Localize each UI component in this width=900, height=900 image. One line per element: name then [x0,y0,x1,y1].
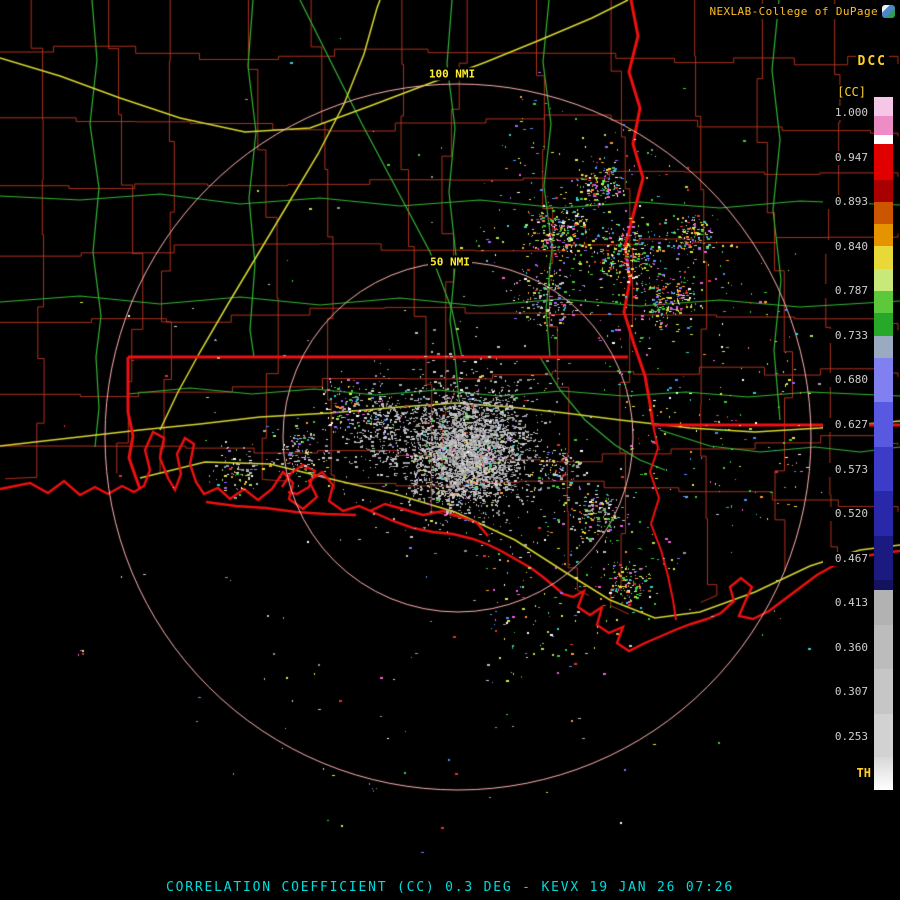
colorbar-segment [874,590,893,625]
colorbar-segment [874,269,893,291]
colorbar-segment [874,144,893,180]
colorbar-segment [874,291,893,313]
colorbar-segment [874,536,893,580]
product-code-label: DCC [855,54,889,69]
colorbar-segment [874,491,893,536]
colorbar-tick-label: 0.360 [823,640,869,655]
colorbar-segment [874,180,893,202]
threshold-label: TH [854,766,873,780]
colorbar-segment [874,135,893,144]
colorbar-tick-label: 0.413 [823,596,869,611]
colorbar-segment [874,97,893,116]
brand: NEXLAB-College of DuPage [707,4,897,19]
colorbar-tick-label: 0.947 [823,150,869,165]
colorbar-segment [874,224,893,246]
colorbar-tick-label: 0.467 [823,551,869,566]
colorbar-tick-label: 0.253 [823,729,869,744]
colorbar-segment [874,246,893,269]
product-title: CORRELATION COEFFICIENT (CC) 0.3 DEG - K… [166,880,734,895]
colorbar-segment [874,358,893,402]
colorbar-segment [874,757,893,790]
colorbar-tick-label: 0.573 [823,462,869,477]
radar-display: NEXLAB-College of DuPage DCC [CC] 1.000 0… [0,0,900,900]
colorbar-segment [874,402,893,447]
colorbar-tick-label: 0.787 [823,284,869,299]
colorbar-segment [874,580,893,590]
colorbar-segment [874,669,893,714]
radar-map-canvas [0,0,900,900]
colorbar-tick-label: 0.627 [823,417,869,432]
colorbar-tick-label: 0.520 [823,507,869,522]
range-ring-label: 100 NMI [426,67,478,81]
brand-text: NEXLAB-College of DuPage [709,5,878,18]
college-of-dupage-logo-icon [882,5,895,18]
units-label: [CC] [835,85,868,99]
colorbar-tick-label: 0.840 [823,239,869,254]
colorbar-tick-label: 1.000 [823,106,869,120]
colorbar-segment [874,625,893,669]
color-scale [874,97,893,790]
colorbar-segment [874,202,893,224]
colorbar-segment [874,336,893,358]
colorbar-tick-label: 0.893 [823,195,869,210]
colorbar-segment [874,313,893,336]
range-ring-label: 50 NMI [428,255,472,269]
colorbar-segment [874,447,893,491]
colorbar-tick-label: 0.733 [823,328,869,343]
colorbar-tick-label: 0.680 [823,373,869,388]
colorbar-tick-label: 0.307 [823,685,869,700]
colorbar-segment [874,714,893,757]
colorbar-segment [874,116,893,135]
